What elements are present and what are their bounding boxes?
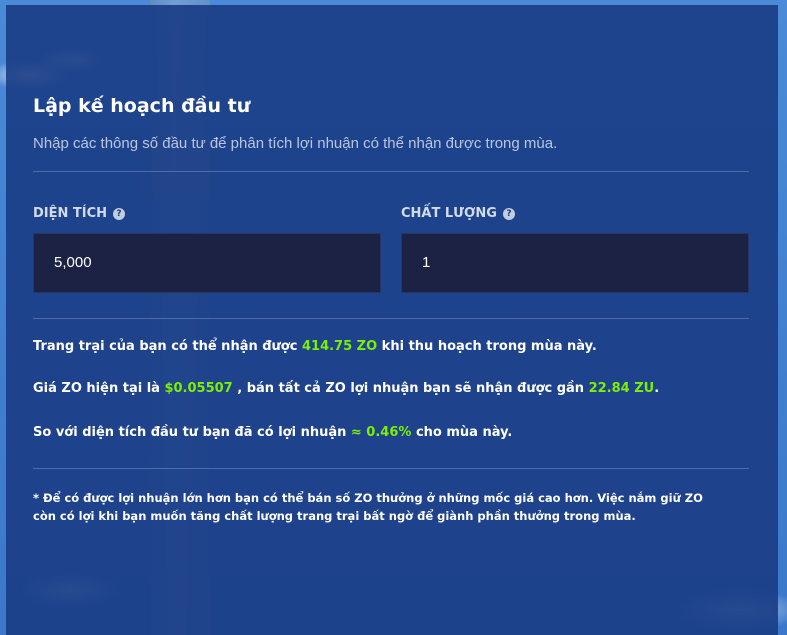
result-harvest-suffix: khi thu hoạch trong mùa này. [377, 339, 597, 354]
divider-bottom [33, 468, 749, 469]
result-price-middle: , bán tất cả ZO lợi nhuận bạn sẽ nhận đư… [232, 381, 589, 396]
investment-planner-panel: Lập kế hoạch đầu tư Nhập các thông số đầ… [6, 5, 778, 635]
quality-help-icon[interactable]: ? [502, 207, 515, 220]
result-harvest-prefix: Trang trại của bạn có thể nhận được [33, 339, 302, 354]
result-profit-line: So với diện tích đầu tư bạn đã có lợi nh… [33, 425, 512, 440]
result-harvest-line: Trang trại của bạn có thể nhận được 414.… [33, 339, 597, 354]
zo-price: $0.05507 [164, 381, 233, 396]
zo-amount: 414.75 ZO [301, 339, 378, 354]
area-help-icon[interactable]: ? [113, 207, 126, 220]
quality-input[interactable]: 1 [401, 233, 749, 293]
zu-amount: 22.84 ZU [588, 381, 655, 396]
profit-note-line-2: còn có lợi khi bạn muốn tăng chất lượng … [33, 509, 636, 523]
result-price-line: Giá ZO hiện tại là $0.05507 , bán tất cả… [33, 381, 659, 396]
divider-middle [33, 318, 749, 319]
result-profit-suffix: cho mùa này. [411, 425, 513, 440]
result-profit-prefix: So với diện tích đầu tư bạn đã có lợi nh… [33, 425, 351, 440]
area-label: DIỆN TÍCH ? [33, 206, 126, 221]
quality-label-text: CHẤT LƯỢNG [401, 206, 497, 221]
page-subtitle: Nhập các thông số đầu tư để phân tích lợ… [33, 135, 558, 152]
area-input[interactable]: 5,000 [33, 233, 381, 293]
quality-label: CHẤT LƯỢNG ? [401, 206, 515, 221]
profit-note-line-1: * Để có được lợi nhuận lớn hơn bạn có th… [33, 491, 703, 505]
area-label-text: DIỆN TÍCH [33, 206, 108, 221]
result-price-prefix: Giá ZO hiện tại là [33, 381, 165, 396]
profit-percent: ≈ 0.46% [350, 425, 412, 440]
divider-top [33, 171, 749, 172]
profit-note: * Để có được lợi nhuận lớn hơn bạn có th… [33, 489, 763, 525]
result-price-suffix: . [654, 381, 660, 396]
page-title: Lập kế hoạch đầu tư [33, 95, 251, 117]
